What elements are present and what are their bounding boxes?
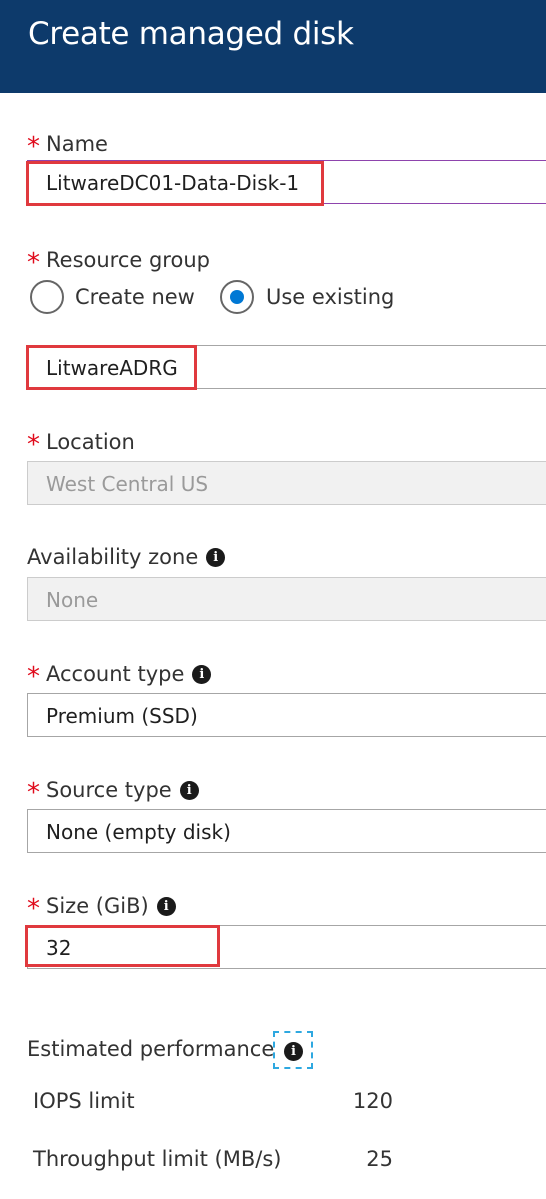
availability-zone-select[interactable]: None [27,577,546,621]
estimated-performance-title: Estimated performance [27,1037,275,1061]
name-label: * Name [27,132,108,162]
info-icon-focus-box[interactable]: i [273,1031,313,1069]
info-icon[interactable]: i [156,897,176,916]
size-label: * Size (GiB) i [27,890,176,924]
resource-group-value: LitwareADRG [46,356,178,380]
throughput-limit-label: Throughput limit (MB/s) [33,1147,282,1171]
blade-header: Create managed disk [0,0,546,93]
use-existing-radio-label[interactable]: Use existing [266,285,394,309]
location-select[interactable]: West Central US [27,461,546,505]
required-marker: * [27,894,40,924]
throughput-limit-value: 25 [366,1147,393,1171]
info-icon[interactable]: i [284,1042,303,1061]
required-marker: * [27,778,40,808]
resource-group-select[interactable]: LitwareADRG [27,345,546,389]
account-type-select[interactable]: Premium (SSD) [27,693,546,737]
account-type-label: * Account type i [27,658,212,692]
iops-limit-value: 120 [352,1089,393,1113]
use-existing-radio[interactable] [220,280,254,314]
create-new-radio-label[interactable]: Create new [75,285,195,309]
required-marker: * [27,132,40,162]
location-label: * Location [27,430,135,460]
name-input[interactable]: LitwareDC01-Data-Disk-1 [27,160,546,204]
info-icon[interactable]: i [206,548,226,567]
required-marker: * [27,430,40,460]
source-type-value: None (empty disk) [46,820,231,844]
location-value: West Central US [46,472,209,496]
required-marker: * [27,248,40,278]
info-icon[interactable]: i [192,665,212,684]
name-input-value: LitwareDC01-Data-Disk-1 [46,171,300,195]
required-marker: * [27,662,40,692]
account-type-value: Premium (SSD) [46,704,198,728]
source-type-select[interactable]: None (empty disk) [27,809,546,853]
page-title: Create managed disk [28,16,354,52]
source-type-label: * Source type i [27,774,199,808]
info-icon[interactable]: i [179,781,199,800]
iops-limit-label: IOPS limit [33,1089,135,1113]
create-new-radio[interactable] [30,280,64,314]
availability-zone-value: None [46,588,99,612]
availability-zone-label: Availability zone i [27,545,226,569]
resource-group-label: * Resource group [27,248,210,278]
size-input[interactable]: 32 [27,925,546,969]
size-value: 32 [46,936,72,960]
